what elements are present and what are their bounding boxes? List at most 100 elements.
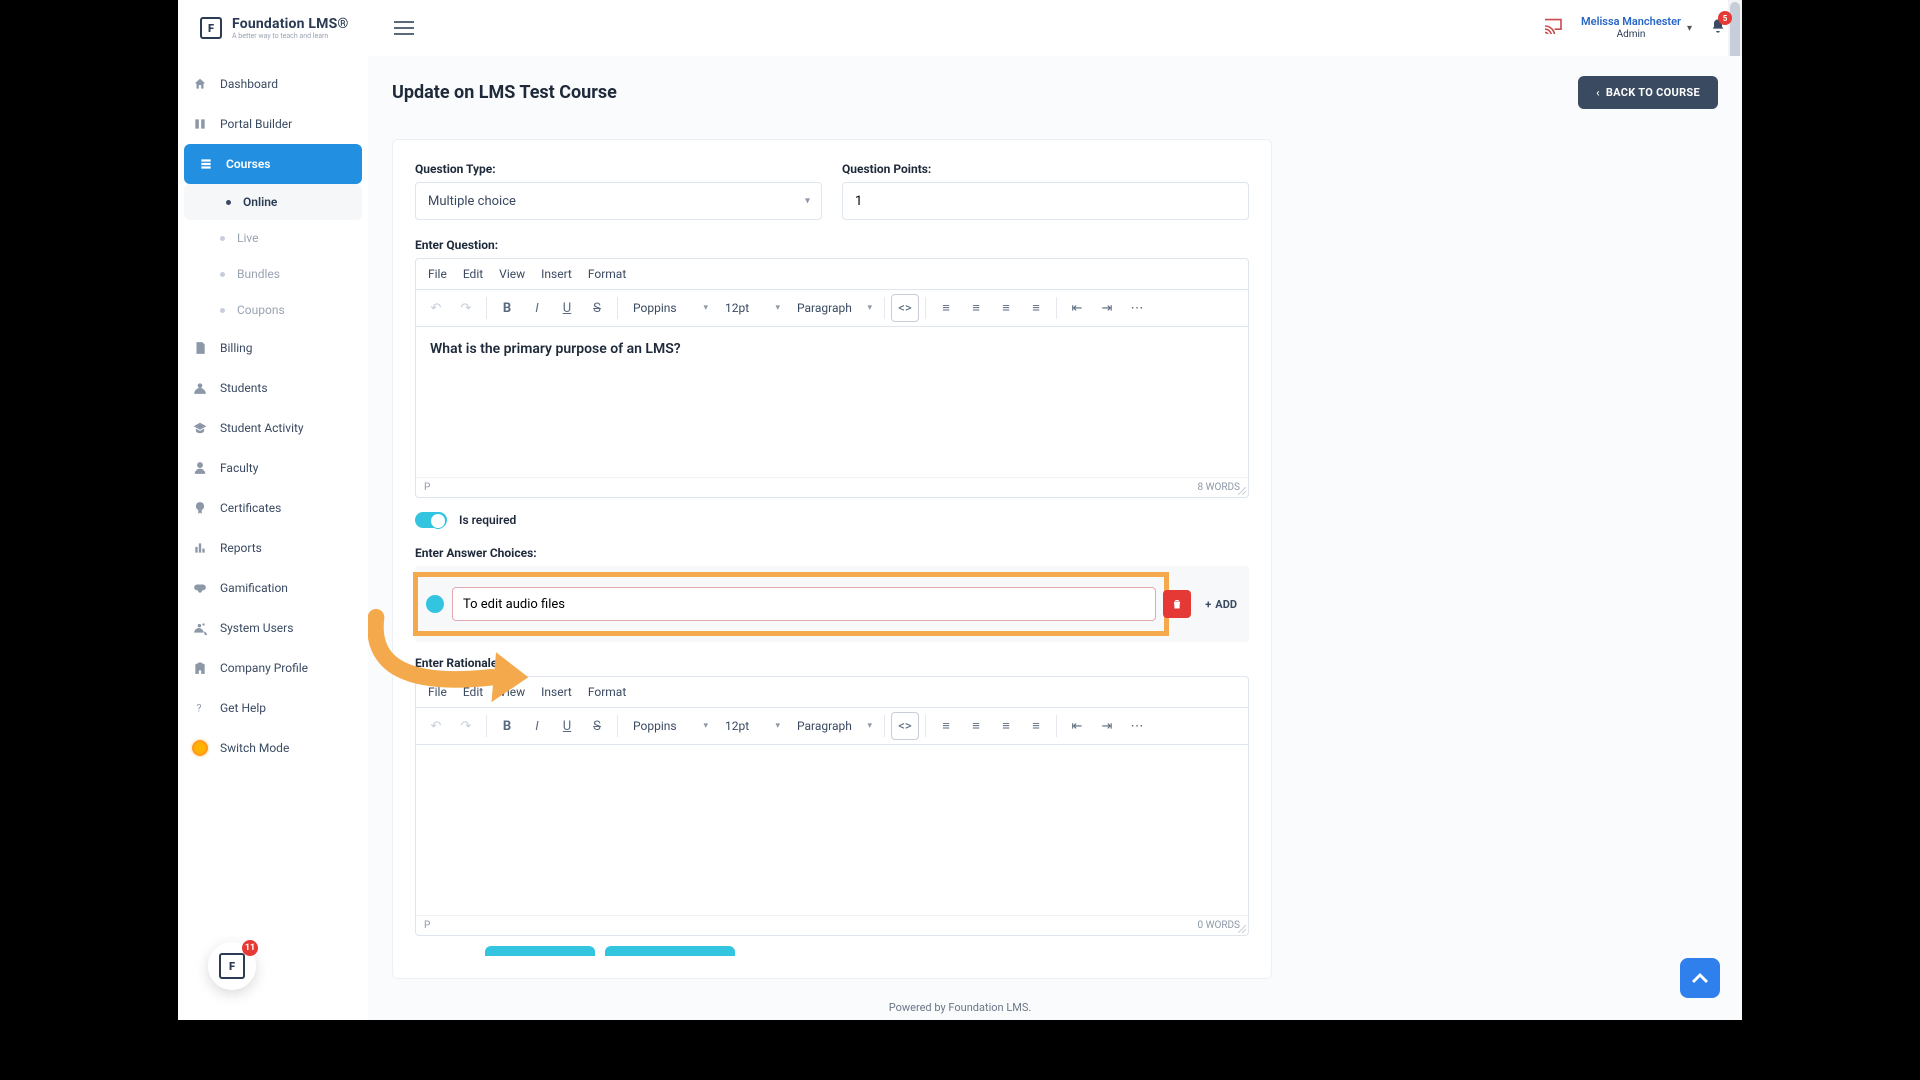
align-right-icon[interactable]: ≡ [992,712,1020,740]
outdent-icon[interactable]: ⇤ [1063,712,1091,740]
cap-icon [192,420,208,436]
sidebar-item-billing[interactable]: Billing [178,328,368,368]
align-justify-icon[interactable]: ≡ [1022,712,1050,740]
notification-count: 5 [1718,11,1732,25]
strikethrough-icon[interactable]: S [583,294,611,322]
font-family-select[interactable]: Poppins [624,712,714,740]
button-peek-2[interactable] [605,946,735,956]
enter-question-label: Enter Question: [415,238,1249,252]
outdent-icon[interactable]: ⇤ [1063,294,1091,322]
trash-icon [1171,597,1183,611]
back-to-course-button[interactable]: ‹ BACK TO COURSE [1578,76,1718,109]
menu-format[interactable]: Format [588,267,626,281]
menu-file[interactable]: File [428,685,447,699]
portal-icon [192,116,208,132]
strikethrough-icon[interactable]: S [583,712,611,740]
menu-insert[interactable]: Insert [541,267,572,281]
italic-icon[interactable]: I [523,294,551,322]
sidebar-sub-bundles[interactable]: Bundles [178,256,368,292]
menu-format[interactable]: Format [588,685,626,699]
underline-icon[interactable]: U [553,712,581,740]
block-format-select[interactable]: Paragraph [788,294,878,322]
scroll-to-top-button[interactable] [1680,958,1720,998]
question-type-select[interactable]: Multiple choice [415,182,822,220]
system-users-icon [192,620,208,636]
help-widget-button[interactable]: F 11 [208,942,256,990]
undo-icon[interactable]: ↶ [422,294,450,322]
menu-toggle-icon[interactable] [389,13,419,43]
align-left-icon[interactable]: ≡ [932,712,960,740]
more-icon[interactable]: ⋯ [1123,712,1151,740]
sidebar-item-dashboard[interactable]: Dashboard [178,64,368,104]
undo-icon[interactable]: ↶ [422,712,450,740]
company-icon [192,660,208,676]
code-icon[interactable]: <> [891,294,919,322]
bold-icon[interactable]: B [493,712,521,740]
is-required-toggle[interactable] [415,512,447,528]
sidebar-sub-online[interactable]: Online [184,184,362,220]
sidebar-item-portal-builder[interactable]: Portal Builder [178,104,368,144]
question-textarea[interactable]: What is the primary purpose of an LMS? [416,327,1248,477]
is-required-label: Is required [459,513,516,527]
resize-handle-icon[interactable] [1238,925,1246,933]
block-format-select[interactable]: Paragraph [788,712,878,740]
redo-icon[interactable]: ↷ [452,712,480,740]
font-size-select[interactable]: 12pt [716,294,786,322]
correct-answer-radio[interactable] [426,595,444,613]
sidebar-item-faculty[interactable]: Faculty [178,448,368,488]
delete-answer-button[interactable] [1163,590,1191,618]
sidebar-item-label: Reports [220,541,262,555]
user-name: Melissa Manchester [1581,16,1681,28]
brand[interactable]: F Foundation LMS® A better way to teach … [200,17,349,40]
user-menu[interactable]: Melissa Manchester Admin ▾ [1581,16,1692,39]
sidebar-item-gamification[interactable]: Gamification [178,568,368,608]
font-family-select[interactable]: Poppins [624,294,714,322]
question-points-input[interactable] [842,182,1249,220]
more-icon[interactable]: ⋯ [1123,294,1151,322]
path-indicator: P [424,920,430,931]
notifications-button[interactable]: 5 [1710,17,1726,39]
plus-icon: + [1205,598,1211,611]
sidebar-item-label: Gamification [220,581,288,595]
answer-choice-input[interactable] [452,587,1156,621]
sidebar-item-students[interactable]: Students [178,368,368,408]
sidebar-item-system-users[interactable]: System Users [178,608,368,648]
menu-edit[interactable]: Edit [463,685,483,699]
font-size-select[interactable]: 12pt [716,712,786,740]
italic-icon[interactable]: I [523,712,551,740]
resize-handle-icon[interactable] [1238,487,1246,495]
sidebar-item-company-profile[interactable]: Company Profile [178,648,368,688]
menu-edit[interactable]: Edit [463,267,483,281]
sidebar-item-courses[interactable]: Courses [184,144,362,184]
sidebar-item-student-activity[interactable]: Student Activity [178,408,368,448]
sidebar-item-get-help[interactable]: ? Get Help [178,688,368,728]
sidebar-item-certificates[interactable]: Certificates [178,488,368,528]
editor-toolbar: ↶ ↷ B I U S Poppins 12pt Paragraph <> [416,708,1248,745]
sidebar-item-reports[interactable]: Reports [178,528,368,568]
button-peek-1[interactable] [485,946,595,956]
question-points-label: Question Points: [842,162,1249,176]
sidebar-sub-coupons[interactable]: Coupons [178,292,368,328]
menu-file[interactable]: File [428,267,447,281]
sidebar-sub-live[interactable]: Live [178,220,368,256]
align-center-icon[interactable]: ≡ [962,294,990,322]
rationale-textarea[interactable] [416,745,1248,915]
add-answer-button[interactable]: + ADD [1199,598,1243,611]
align-right-icon[interactable]: ≡ [992,294,1020,322]
menu-insert[interactable]: Insert [541,685,572,699]
bold-icon[interactable]: B [493,294,521,322]
indent-icon[interactable]: ⇥ [1093,712,1121,740]
menu-view[interactable]: View [499,685,525,699]
cast-icon[interactable] [1543,18,1563,38]
dot-icon [226,200,231,205]
indent-icon[interactable]: ⇥ [1093,294,1121,322]
redo-icon[interactable]: ↷ [452,294,480,322]
sidebar-item-label: Faculty [220,461,258,475]
align-center-icon[interactable]: ≡ [962,712,990,740]
align-justify-icon[interactable]: ≡ [1022,294,1050,322]
align-left-icon[interactable]: ≡ [932,294,960,322]
sidebar-item-switch-mode[interactable]: Switch Mode [178,728,368,768]
underline-icon[interactable]: U [553,294,581,322]
menu-view[interactable]: View [499,267,525,281]
code-icon[interactable]: <> [891,712,919,740]
